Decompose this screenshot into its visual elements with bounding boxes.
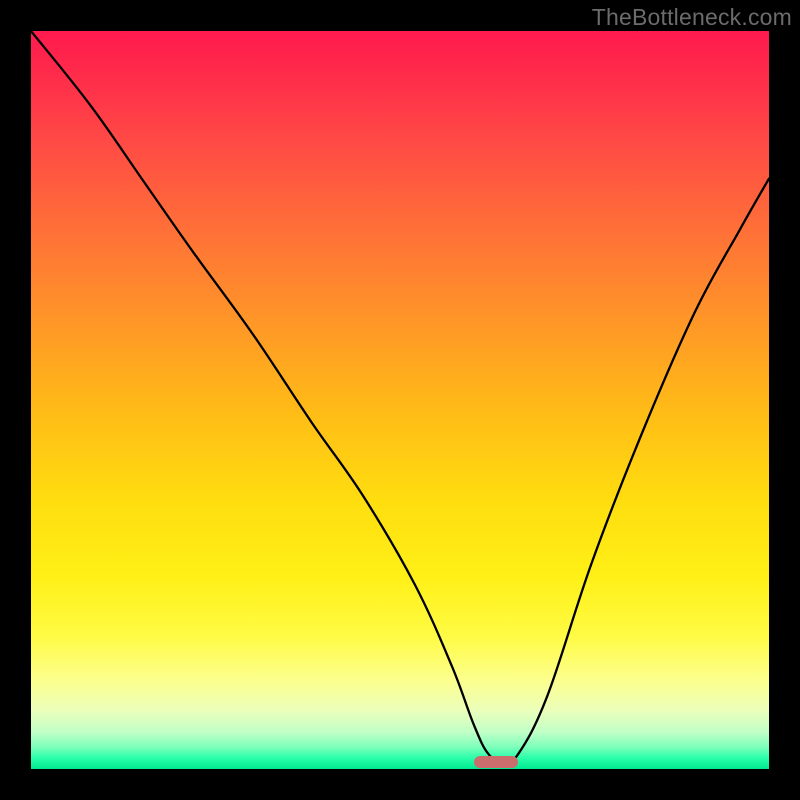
watermark-text: TheBottleneck.com: [592, 4, 792, 31]
plot-area: [31, 31, 769, 769]
optimal-marker: [474, 756, 518, 768]
chart-frame: TheBottleneck.com: [0, 0, 800, 800]
bottleneck-curve: [31, 31, 769, 769]
